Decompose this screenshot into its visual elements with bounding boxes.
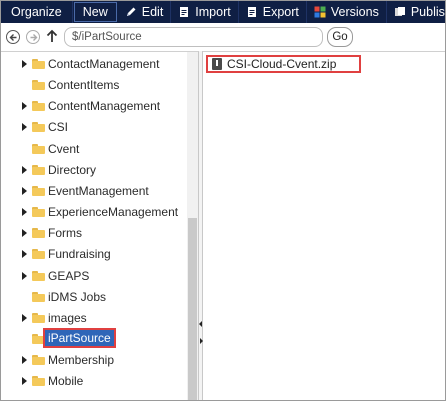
new-label: New — [82, 5, 108, 19]
publish-label: Publish — [410, 5, 445, 19]
folder-icon — [32, 376, 45, 387]
go-button[interactable]: Go — [327, 27, 353, 47]
collapse-left-icon[interactable] — [199, 321, 202, 327]
address-bar: Go — [1, 24, 445, 50]
tree-item[interactable]: ExperienceManagement — [1, 202, 187, 223]
tree-item-label: Mobile — [48, 374, 84, 389]
tree-item[interactable]: Directory — [1, 160, 187, 181]
pencil-icon — [126, 7, 136, 16]
expand-arrow-icon[interactable] — [22, 165, 27, 174]
tree-item[interactable]: Forms — [1, 223, 187, 244]
tree-item-label: CSI — [48, 120, 69, 135]
tree-item-label: iDMS Jobs — [48, 289, 107, 304]
tree-item-label: Fundraising — [48, 247, 111, 262]
export-icon — [247, 7, 256, 17]
expand-arrow-icon[interactable] — [22, 102, 27, 111]
tree-item-label: images — [48, 310, 87, 325]
back-button[interactable] — [6, 30, 20, 44]
import-icon — [180, 7, 189, 17]
publish-button[interactable]: Publish — [387, 1, 445, 23]
export-label: Export — [262, 5, 299, 19]
tree-item-label: ContactManagement — [48, 57, 160, 71]
folder-icon — [32, 270, 45, 281]
versions-label: Versions — [330, 5, 379, 19]
tree-item[interactable]: iDMS Jobs — [1, 287, 187, 308]
expand-arrow-icon[interactable] — [22, 229, 27, 238]
versions-button[interactable]: Versions — [307, 1, 387, 23]
tree-item[interactable]: Fundraising — [1, 244, 187, 265]
expand-arrow-icon[interactable] — [22, 123, 27, 132]
tree-item-label: GEAPS — [48, 268, 90, 283]
file-name: CSI-Cloud-Cvent.zip — [227, 57, 337, 71]
tree-item-label: Cvent — [48, 141, 80, 156]
import-button[interactable]: Import — [171, 1, 239, 23]
folder-icon — [32, 59, 45, 69]
folder-icon — [32, 80, 45, 91]
folder-icon — [32, 355, 45, 366]
import-label: Import — [195, 5, 231, 19]
tree-item-label: Directory — [48, 162, 97, 177]
tree-item[interactable]: ContentItems — [1, 75, 187, 96]
folder-icon — [32, 207, 45, 218]
folder-icon — [32, 291, 45, 302]
arrow-right-icon — [30, 33, 37, 41]
folder-icon — [32, 164, 45, 175]
document-system-window: Organize New Edit Import Export Versions… — [0, 0, 446, 401]
arrow-left-icon — [9, 33, 16, 41]
tree-item-label: EventManagement — [48, 183, 149, 198]
folder-icon — [32, 249, 45, 260]
folder-icon — [32, 228, 45, 239]
tree-item-label: Forms — [48, 226, 82, 241]
folder-icon — [32, 122, 45, 133]
organize-label: Organize — [11, 5, 62, 19]
folder-icon — [32, 333, 45, 344]
expand-arrow-icon[interactable] — [22, 186, 27, 195]
tree-item-label: iPartSource — [43, 327, 116, 348]
expand-arrow-icon[interactable] — [22, 60, 27, 68]
folder-icon — [32, 185, 45, 196]
tree-item[interactable]: iPartSource — [1, 327, 187, 350]
tree-item[interactable]: EventManagement — [1, 181, 187, 202]
tree-item[interactable]: CSI — [1, 117, 187, 138]
tree-scroll-thumb[interactable] — [188, 218, 197, 400]
expand-arrow-icon[interactable] — [22, 356, 27, 365]
expand-arrow-icon[interactable] — [22, 250, 27, 259]
new-button[interactable]: New — [73, 2, 117, 22]
zip-file-icon — [212, 58, 222, 70]
file-item[interactable]: CSI-Cloud-Cvent.zip — [206, 55, 361, 73]
tree-item[interactable]: ContactManagement — [1, 54, 187, 75]
tree-item-label: ExperienceManagement — [48, 205, 179, 220]
expand-arrow-icon[interactable] — [22, 271, 27, 280]
edit-label: Edit — [141, 5, 164, 19]
tree-item[interactable]: Membership — [1, 350, 187, 371]
tree-item-label: ContentManagement — [48, 99, 161, 114]
publish-icon — [394, 7, 405, 16]
tree-item[interactable]: Mobile — [1, 371, 187, 392]
export-button[interactable]: Export — [239, 1, 307, 23]
go-label: Go — [332, 31, 348, 43]
folder-icon — [32, 101, 45, 112]
tree-item[interactable]: GEAPS — [1, 266, 187, 287]
forward-button[interactable] — [26, 30, 40, 44]
folder-icon — [32, 143, 45, 154]
up-arrow-icon[interactable] — [46, 29, 58, 43]
expand-arrow-icon[interactable] — [22, 377, 27, 386]
tree-scrollbar[interactable] — [187, 52, 198, 400]
file-list: CSI-Cloud-Cvent.zip — [203, 51, 445, 400]
tree-item-label: Membership — [48, 353, 115, 368]
tree-item[interactable]: ContentManagement — [1, 96, 187, 117]
folder-tree: ContactManagement ContentItems ContentMana… — [1, 51, 199, 400]
expand-arrow-icon[interactable] — [22, 313, 27, 322]
edit-button[interactable]: Edit — [118, 1, 172, 23]
folder-icon — [32, 312, 45, 323]
tree-item[interactable]: Cvent — [1, 139, 187, 160]
organize-button[interactable]: Organize — [1, 1, 73, 23]
toolbar: Organize New Edit Import Export Versions… — [1, 1, 445, 23]
tree-item[interactable]: images — [1, 308, 187, 329]
path-input[interactable] — [64, 27, 323, 47]
versions-icon — [314, 6, 326, 18]
expand-arrow-icon[interactable] — [22, 208, 27, 217]
tree-item-label: ContentItems — [48, 78, 120, 93]
